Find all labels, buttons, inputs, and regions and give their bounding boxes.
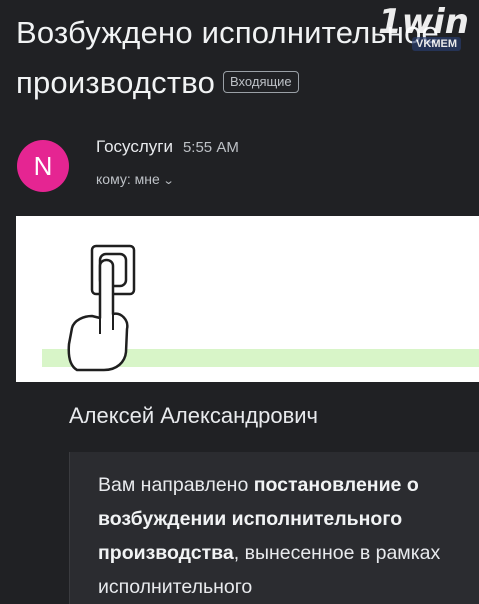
inbox-label-chip[interactable]: Входящие	[223, 70, 299, 93]
chevron-down-icon[interactable]: ⌄	[162, 174, 174, 187]
message-text: Вам направлено постановление о возбужден…	[98, 468, 476, 604]
watermark-logo: 1win VKMEM	[378, 4, 473, 56]
recipient-text: кому: мне	[96, 171, 160, 187]
recipient-details-toggle[interactable]: кому: мне ⌄	[96, 171, 174, 187]
avatar-letter: N	[33, 151, 53, 181]
message-quote-box: Вам направлено постановление о возбужден…	[69, 452, 479, 604]
email-time: 5:55 AM	[182, 139, 239, 156]
sender-name[interactable]: Госуслуги	[96, 137, 173, 156]
message-text-part-1: Вам направлено	[98, 474, 254, 496]
greeting: Алексей Александрович	[69, 403, 319, 428]
email-banner-image	[16, 216, 479, 382]
watermark-sub-text: VKMEM	[412, 37, 461, 51]
watermark-logo-text: 1win	[378, 2, 469, 42]
sender-avatar[interactable]: N	[17, 140, 69, 192]
hand-pressing-switch-icon	[42, 244, 479, 372]
sender-line: Госуслуги 5:55 AM	[96, 137, 239, 157]
